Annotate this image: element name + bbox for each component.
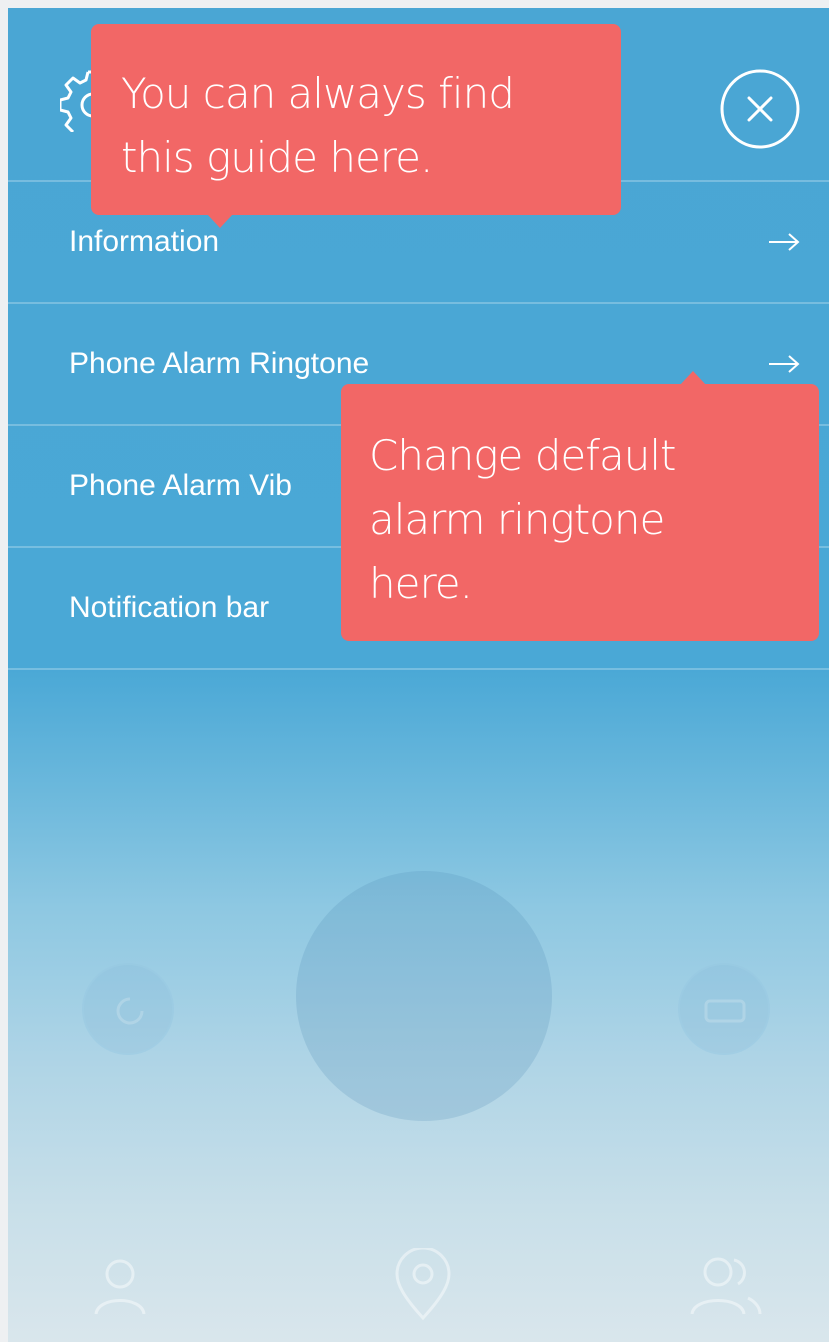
location-pin-icon	[395, 1248, 451, 1321]
tooltip-line: You can always find	[121, 69, 515, 118]
tooltip-line: Change default	[369, 431, 676, 480]
settings-screen: Information Phone Alarm Ringtone Phone A…	[8, 8, 829, 1342]
guide-tooltip[interactable]: You can always find this guide here.	[91, 24, 621, 228]
tooltip-line: this guide here.	[121, 133, 433, 182]
arrow-right-icon	[769, 355, 800, 373]
menu-item-label: Phone Alarm Ringtone	[69, 347, 370, 380]
guide-tooltip-text: You can always find this guide here.	[121, 62, 515, 190]
menu-item-label: Notification bar	[69, 591, 270, 624]
left-control-faded	[82, 963, 174, 1055]
tooltip-pointer	[680, 371, 706, 385]
tooltip-pointer	[207, 214, 233, 228]
main-action-button-faded	[296, 871, 552, 1121]
refresh-icon	[116, 997, 144, 1025]
battery-icon	[704, 999, 746, 1023]
person-icon	[94, 1259, 146, 1315]
group-icon	[690, 1257, 762, 1315]
tooltip-line: here.	[369, 559, 473, 608]
tooltip-line: alarm ringtone	[369, 495, 665, 544]
divider	[8, 668, 829, 670]
menu-item-label: Phone Alarm Vib	[69, 469, 292, 502]
ringtone-tooltip[interactable]: Change default alarm ringtone here.	[341, 371, 819, 641]
right-control-faded	[678, 963, 770, 1055]
menu-item-label: Information	[69, 225, 220, 258]
close-icon[interactable]	[719, 68, 801, 150]
ringtone-tooltip-text: Change default alarm ringtone here.	[369, 424, 676, 616]
arrow-right-icon	[769, 233, 800, 251]
